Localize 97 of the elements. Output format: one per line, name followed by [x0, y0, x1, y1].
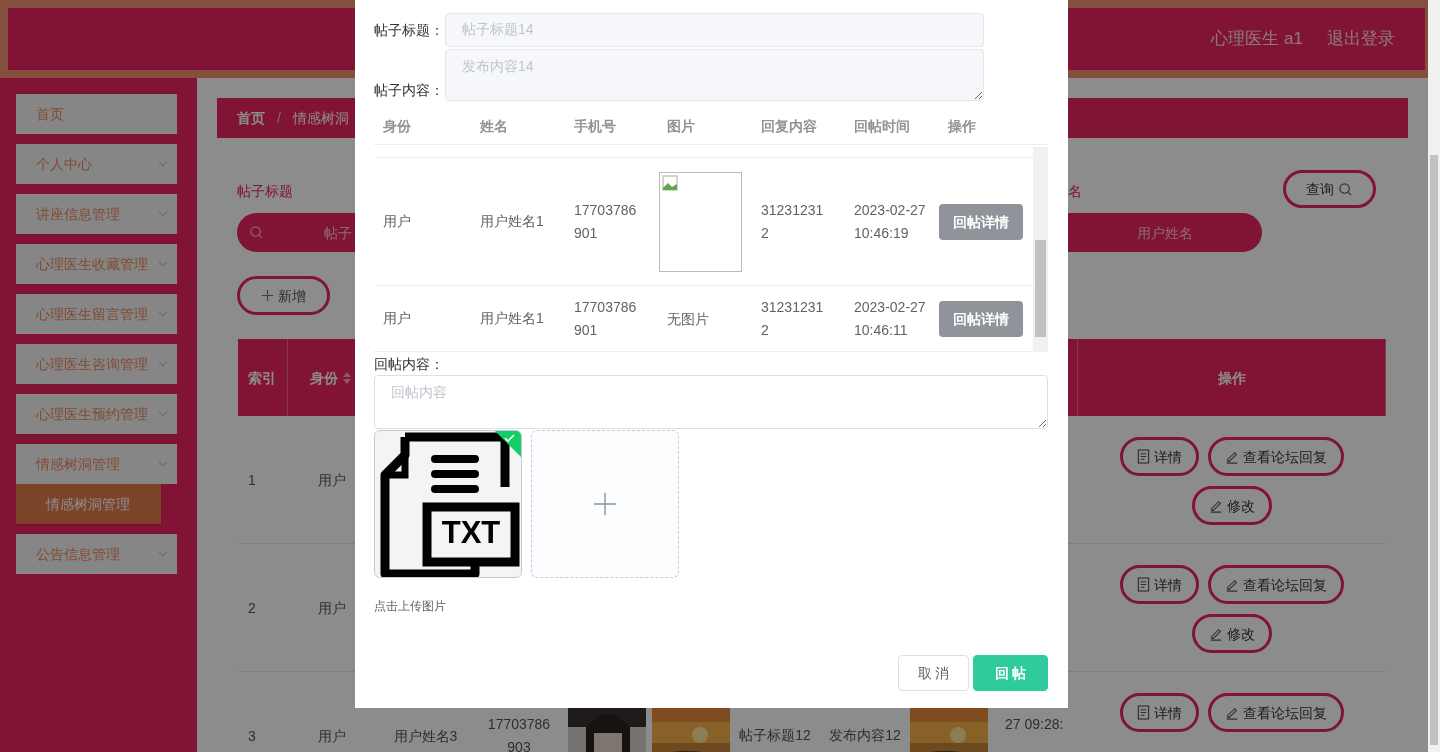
table-cell-text: 用户	[317, 470, 346, 490]
column-header: 图片	[667, 117, 695, 134]
column-header: 回帖时间	[854, 117, 910, 134]
sidebar-item-label: 情感树洞管理	[36, 455, 120, 474]
scrollbar-thumb[interactable]	[1035, 240, 1046, 337]
breadcrumb-item[interactable]: 首页	[237, 108, 265, 128]
edit-button[interactable]: 查看论坛回复	[1208, 437, 1344, 476]
search-icon	[249, 225, 264, 240]
table-cell-text: 17703786901	[574, 297, 638, 340]
search-field[interactable]: 用户姓名	[1068, 213, 1262, 252]
detail-button[interactable]: 详情	[1120, 693, 1199, 732]
table-cell-text: 2023-02-27 10:46:19	[854, 200, 927, 243]
column-header: 回复内容	[761, 117, 817, 134]
sidebar-item[interactable]: 个人中心	[16, 144, 177, 184]
table-cell-text: 用户姓名1	[480, 212, 545, 231]
breadcrumb-item[interactable]: 情感树洞	[292, 108, 349, 128]
column-header[interactable]: 身份	[310, 367, 338, 388]
user-name: 心理医生 a1	[1211, 28, 1303, 51]
logout-link[interactable]: 退出登录	[1327, 26, 1395, 52]
query-button[interactable]: 查询	[1283, 170, 1376, 208]
sidebar-item[interactable]: 心理医生预约管理	[16, 394, 177, 434]
table-cell-text: 2023-02-27 10:46:11	[854, 297, 927, 340]
table-cell-text: 用户	[383, 309, 412, 328]
scrollbar[interactable]	[1033, 147, 1048, 352]
table-cell-text: 发布内容12	[829, 726, 901, 745]
search-label: 帖子标题	[237, 182, 294, 201]
edit-button[interactable]: 修改	[1192, 486, 1272, 525]
field-label: 帖子标题：	[374, 21, 445, 40]
uploaded-file[interactable]: TXT	[374, 430, 522, 578]
sidebar-item-label: 心理医生咨询管理	[36, 355, 148, 374]
table-cell-text: 1	[248, 470, 256, 490]
detail-button[interactable]: 详情	[1120, 565, 1199, 604]
column-header[interactable]: 索引	[248, 367, 276, 388]
submenu-item[interactable]: 情感树洞管理	[16, 484, 161, 524]
detail-button[interactable]: 详情	[1120, 437, 1199, 476]
sidebar-item[interactable]: 心理医生收藏管理	[16, 244, 177, 284]
table-cell-text: 用户	[317, 598, 346, 618]
document-icon	[1137, 577, 1150, 592]
table-cell-text: 17703786901	[574, 200, 638, 243]
plus-icon	[261, 289, 274, 302]
file-type-label: TXT	[440, 514, 502, 552]
reply-button[interactable]: 回 帖	[973, 655, 1048, 691]
image-icon	[662, 174, 678, 191]
column-header: 操作	[948, 117, 976, 134]
sidebar-item-label: 心理医生收藏管理	[36, 255, 148, 274]
upload-box[interactable]	[531, 430, 679, 578]
pen-icon	[1225, 449, 1239, 464]
reply-detail-button[interactable]: 回帖详情	[939, 203, 1023, 240]
sidebar-item-label: 公告信息管理	[36, 545, 120, 564]
scrollbar-thumb[interactable]	[1430, 155, 1438, 745]
column-header: 手机号	[574, 117, 616, 134]
edit-button[interactable]: 查看论坛回复	[1208, 565, 1344, 604]
add-button[interactable]: 新增	[237, 276, 330, 315]
table-cell: 无图片	[667, 310, 709, 327]
column-header[interactable]: 操作	[1217, 367, 1246, 388]
table-cell-text: 312312312	[761, 297, 825, 340]
pen-icon	[1225, 705, 1239, 720]
breadcrumb-separator: /	[277, 109, 281, 128]
table-cell-text: 用户	[317, 726, 346, 746]
cancel-button[interactable]: 取 消	[898, 655, 969, 691]
table-cell-text: 312312312	[761, 200, 825, 243]
upload-hint: 点击上传图片	[374, 599, 447, 613]
table-cell-text: 17703786903	[486, 714, 552, 752]
search-icon	[1338, 181, 1353, 197]
table-cell-text: 27 09:28:	[1005, 715, 1064, 734]
pen-icon	[1209, 498, 1223, 513]
sidebar-item[interactable]: 心理医生留言管理	[16, 294, 177, 334]
sidebar-item-label: 讲座信息管理	[36, 205, 120, 224]
search-label: 名	[1068, 182, 1083, 201]
sidebar-item[interactable]: 公告信息管理	[16, 534, 177, 574]
sidebar-item-label: 首页	[36, 105, 64, 124]
table-cell-text: 3	[248, 726, 256, 746]
table-cell-text: 用户	[383, 212, 412, 231]
table-cell-text: 用户姓名3	[393, 726, 458, 746]
scrollbar[interactable]	[1428, 0, 1440, 752]
edit-button[interactable]: 查看论坛回复	[1208, 693, 1344, 732]
field-label: 回帖内容：	[374, 355, 445, 373]
pen-icon	[1225, 577, 1239, 592]
sidebar-item[interactable]: 讲座信息管理	[16, 194, 177, 234]
sidebar-item[interactable]: 情感树洞管理	[16, 444, 177, 484]
table-cell-text: 用户姓名1	[480, 309, 545, 328]
column-header: 姓名	[480, 117, 508, 134]
sidebar-item-label: 个人中心	[36, 155, 92, 174]
sidebar-item[interactable]: 心理医生咨询管理	[16, 344, 177, 384]
document-icon	[1137, 449, 1150, 464]
sidebar-item[interactable]: 首页	[16, 94, 177, 134]
column-header: 身份	[383, 117, 411, 134]
plus-icon	[592, 491, 618, 517]
table-cell-text: 2	[248, 598, 256, 618]
sidebar-item-label: 心理医生留言管理	[36, 305, 148, 324]
document-icon	[1137, 705, 1150, 720]
reply-detail-button[interactable]: 回帖详情	[939, 300, 1023, 337]
sidebar-item-label: 心理医生预约管理	[36, 405, 148, 424]
table-cell-text: 帖子标题12	[739, 726, 811, 745]
pen-icon	[1209, 626, 1223, 641]
edit-button[interactable]: 修改	[1192, 614, 1272, 653]
field-label: 帖子内容：	[374, 81, 445, 100]
